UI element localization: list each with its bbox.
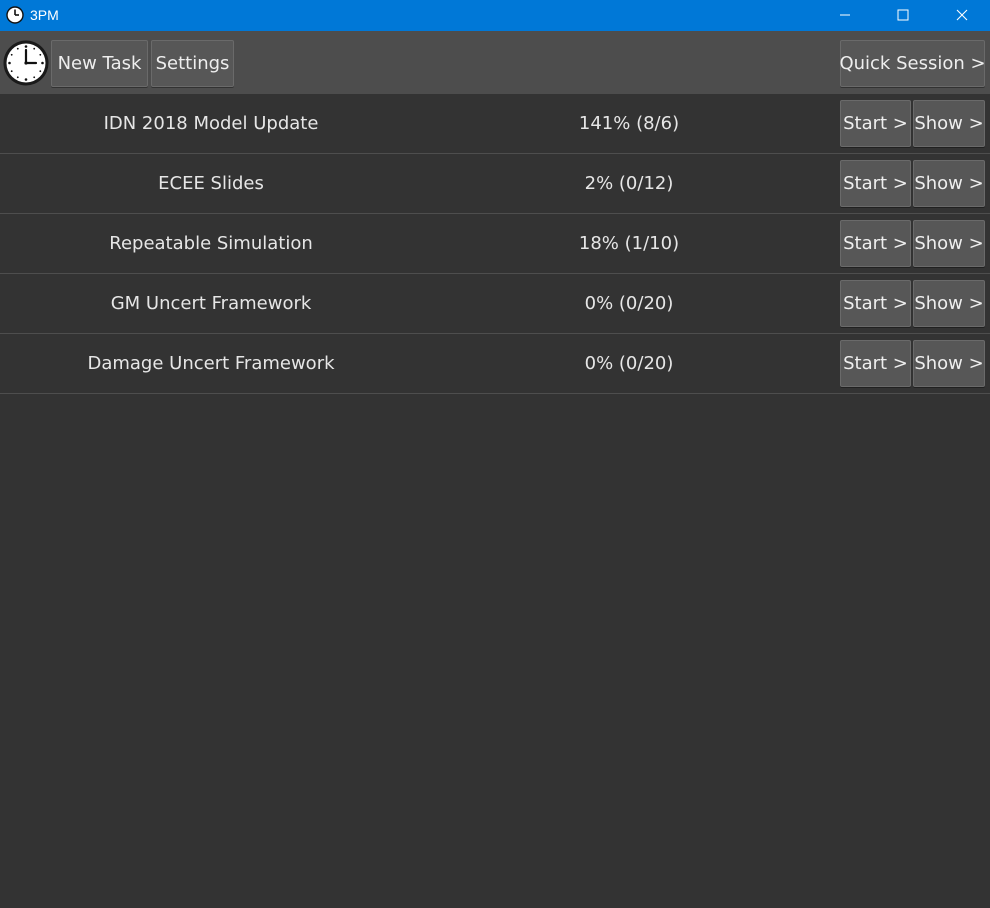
task-name: GM Uncert Framework (110, 293, 312, 314)
show-task-button[interactable]: Show > (913, 220, 985, 267)
show-task-button[interactable]: Show > (913, 340, 985, 387)
start-task-button[interactable]: Start > (840, 100, 911, 147)
minimize-icon (839, 6, 851, 25)
window-titlebar[interactable]: 3PM (0, 0, 990, 31)
task-name: ECEE Slides (158, 173, 264, 194)
task-row: Damage Uncert Framework 0% (0/20) Start … (0, 334, 990, 394)
quick-session-button[interactable]: Quick Session > (839, 40, 986, 87)
task-row: GM Uncert Framework 0% (0/20) Start > Sh… (0, 274, 990, 334)
task-row: IDN 2018 Model Update 141% (8/6) Start >… (0, 94, 990, 154)
show-task-button[interactable]: Show > (913, 280, 985, 327)
task-name: Damage Uncert Framework (87, 353, 335, 374)
show-task-button[interactable]: Show > (913, 100, 985, 147)
toolbar: New Task Settings Quick Session > (0, 31, 990, 94)
close-icon (956, 6, 968, 25)
task-progress: 0% (0/20) (584, 353, 674, 374)
task-row: Repeatable Simulation 18% (1/10) Start >… (0, 214, 990, 274)
maximize-icon (897, 6, 909, 25)
new-task-button[interactable]: New Task (51, 40, 148, 87)
clock-icon (6, 6, 24, 24)
minimize-button[interactable] (822, 0, 868, 31)
start-task-button[interactable]: Start > (840, 160, 911, 207)
task-progress: 141% (8/6) (578, 113, 680, 134)
start-task-button[interactable]: Start > (840, 280, 911, 327)
task-row: ECEE Slides 2% (0/12) Start > Show > (0, 154, 990, 214)
start-task-button[interactable]: Start > (840, 340, 911, 387)
settings-button[interactable]: Settings (151, 40, 234, 87)
window-title: 3PM (30, 7, 59, 23)
task-progress: 2% (0/12) (584, 173, 674, 194)
task-list: IDN 2018 Model Update 141% (8/6) Start >… (0, 94, 990, 394)
show-task-button[interactable]: Show > (913, 160, 985, 207)
task-name: Repeatable Simulation (109, 233, 313, 254)
task-name: IDN 2018 Model Update (103, 113, 319, 134)
task-progress: 18% (1/10) (578, 233, 680, 254)
maximize-button[interactable] (880, 0, 926, 31)
start-task-button[interactable]: Start > (840, 220, 911, 267)
close-button[interactable] (939, 0, 985, 31)
task-progress: 0% (0/20) (584, 293, 674, 314)
clock-icon (2, 39, 50, 87)
